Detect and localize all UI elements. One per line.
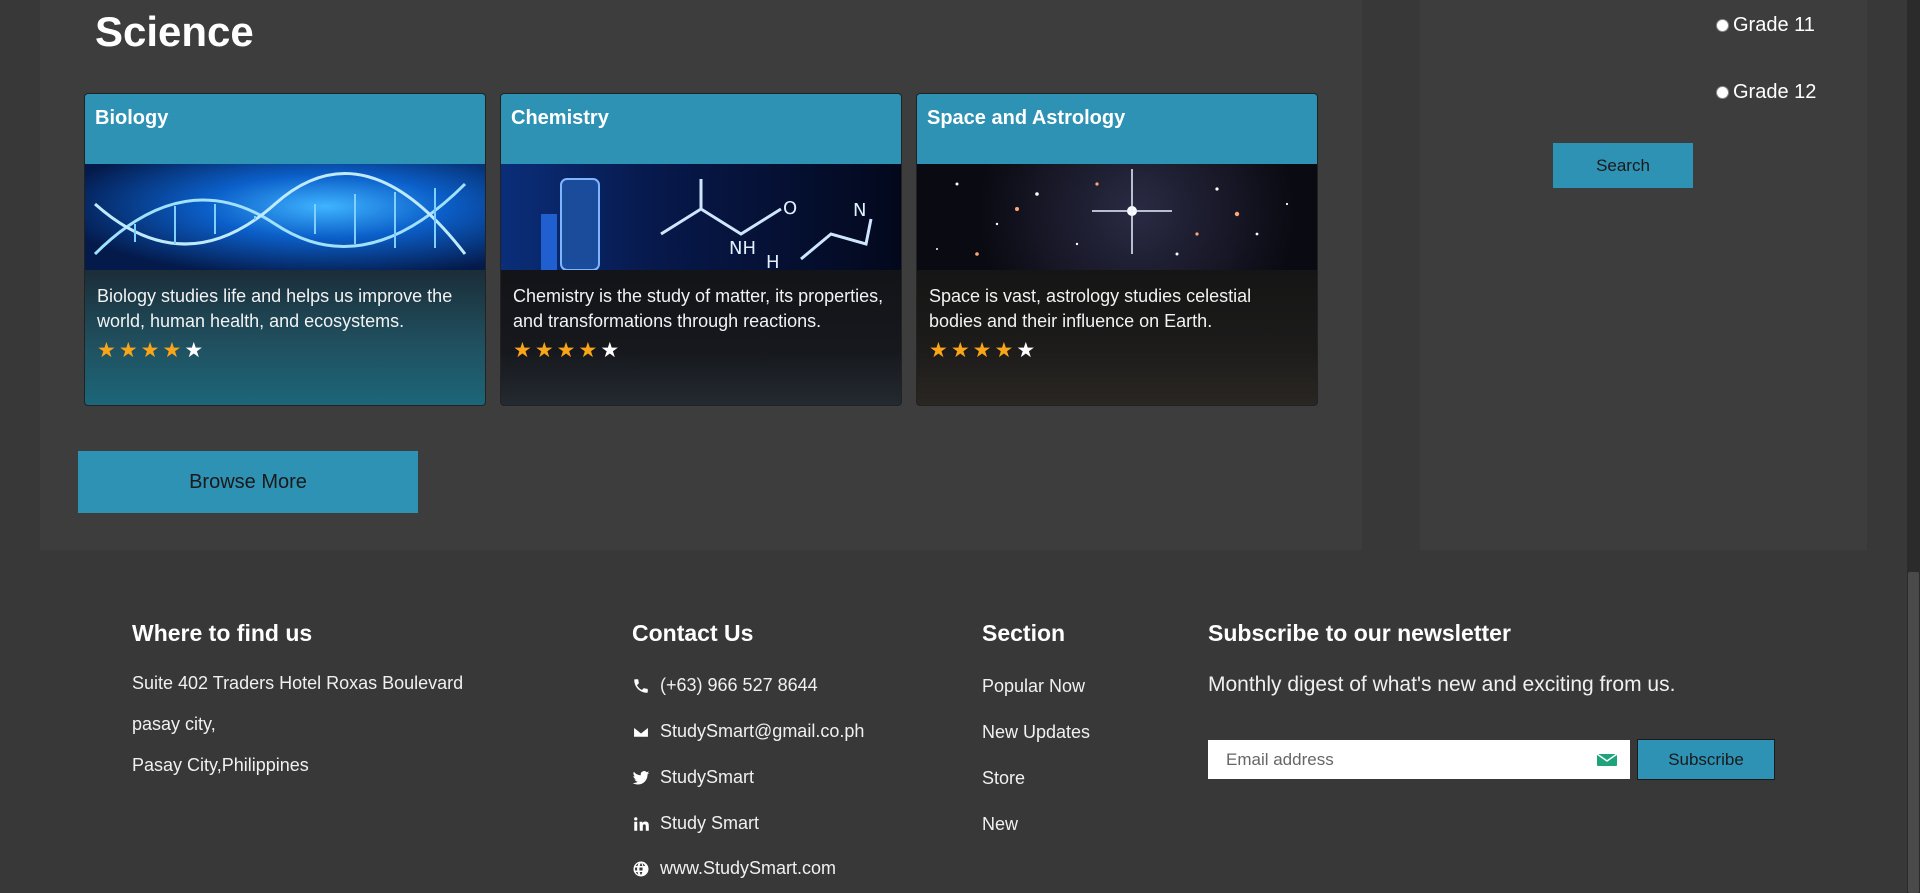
- star-icon: ★: [97, 339, 116, 362]
- star-icon: ★: [118, 339, 138, 362]
- card-description: Chemistry is the study of matter, its pr…: [513, 286, 884, 331]
- newsletter-description: Monthly digest of what's new and excitin…: [1208, 673, 1676, 696]
- card-header: Chemistry: [501, 94, 901, 164]
- star-icon: ★: [600, 339, 620, 362]
- card-header: Space and Astrology: [917, 94, 1317, 164]
- grade-12-radio[interactable]: [1716, 86, 1729, 99]
- star-icon: ★: [578, 339, 598, 362]
- grade-11-option[interactable]: Grade 11: [1716, 14, 1815, 37]
- globe-icon: [633, 861, 649, 876]
- email-field[interactable]: [1208, 739, 1630, 780]
- card-space-and-astrology[interactable]: Space and Astrology Space is vast, astro…: [916, 93, 1318, 406]
- card-title: Space and Astrology: [927, 107, 1126, 129]
- card-chemistry[interactable]: Chemistry NH H O N Chemistry is the study …: [500, 93, 902, 406]
- card-header: Biology: [85, 94, 485, 164]
- section-title: Science: [95, 8, 254, 55]
- contact-email-text: StudySmart@gmail.co.ph: [660, 721, 865, 741]
- grade-11-label: Grade 11: [1733, 14, 1815, 36]
- star-rating: ★ ★ ★ ★ ★: [97, 339, 473, 363]
- grade-12-label: Grade 12: [1733, 81, 1817, 103]
- browse-more-button[interactable]: Browse More: [78, 451, 418, 513]
- section-link-popular-now[interactable]: Popular Now: [982, 676, 1085, 697]
- card-biology[interactable]: Biology Biology studies life and helps u…: [84, 93, 486, 406]
- section-link-new[interactable]: New: [982, 814, 1018, 835]
- twitter-icon: [632, 770, 650, 784]
- star-icon: ★: [972, 339, 992, 362]
- contact-email[interactable]: StudySmart@gmail.co.ph: [632, 721, 864, 742]
- contact-linkedin[interactable]: Study Smart: [632, 813, 759, 834]
- svg-text:O: O: [783, 198, 797, 219]
- star-icon: ★: [184, 339, 204, 362]
- newsletter-heading: Subscribe to our newsletter: [1208, 620, 1511, 646]
- svg-text:H: H: [766, 252, 780, 270]
- search-button[interactable]: Search: [1553, 143, 1693, 188]
- star-icon: ★: [556, 339, 576, 362]
- envelope-icon: [632, 725, 650, 738]
- galaxy-image: [917, 164, 1317, 270]
- scrollbar[interactable]: [1907, 0, 1920, 893]
- contact-website[interactable]: www.StudySmart.com: [632, 858, 836, 879]
- contact-phone-text: (+63) 966 527 8644: [660, 675, 818, 695]
- star-icon: ★: [162, 339, 182, 362]
- address-line: pasay city,: [132, 714, 216, 734]
- star-icon: ★: [1016, 339, 1036, 362]
- dna-image: [85, 164, 485, 270]
- scrollbar-thumb[interactable]: [1908, 572, 1919, 893]
- contact-linkedin-text: Study Smart: [660, 813, 760, 833]
- section-link-new-updates[interactable]: New Updates: [982, 722, 1090, 743]
- star-icon: ★: [513, 339, 532, 362]
- card-description: Space is vast, astrology studies celesti…: [929, 286, 1252, 331]
- address-line: Suite 402 Traders Hotel Roxas Boulevard: [132, 673, 464, 693]
- card-title: Biology: [95, 107, 169, 129]
- subscribe-button[interactable]: Subscribe: [1637, 739, 1775, 780]
- section-heading: Section: [982, 620, 1066, 646]
- contact-heading: Contact Us: [632, 620, 754, 646]
- molecule-image: NH H O N: [501, 164, 901, 270]
- mail-icon: [1596, 752, 1618, 766]
- star-icon: ★: [534, 339, 554, 362]
- contact-twitter-text: StudySmart: [660, 767, 755, 787]
- grade-11-radio[interactable]: [1716, 19, 1729, 32]
- card-description: Biology studies life and helps us improv…: [97, 286, 453, 331]
- svg-text:N: N: [853, 200, 866, 221]
- contact-twitter[interactable]: StudySmart: [632, 767, 754, 788]
- find-us-heading: Where to find us: [132, 620, 313, 646]
- phone-icon: [634, 678, 648, 693]
- contact-phone[interactable]: (+63) 966 527 8644: [632, 675, 818, 696]
- card-title: Chemistry: [511, 107, 609, 129]
- star-icon: ★: [140, 339, 160, 362]
- star-rating: ★ ★ ★ ★ ★: [513, 339, 889, 363]
- card-body: Biology studies life and helps us improv…: [85, 270, 485, 405]
- star-icon: ★: [950, 339, 970, 362]
- star-rating: ★ ★ ★ ★ ★: [929, 339, 1305, 363]
- card-body: Space is vast, astrology studies celesti…: [917, 270, 1317, 405]
- star-icon: ★: [994, 339, 1014, 362]
- grade-12-option[interactable]: Grade 12: [1716, 81, 1816, 104]
- section-link-store[interactable]: Store: [982, 768, 1025, 789]
- address-line: Pasay City,Philippines: [132, 755, 309, 775]
- star-icon: ★: [929, 339, 948, 362]
- contact-website-text: www.StudySmart.com: [660, 858, 837, 878]
- svg-text:NH: NH: [729, 238, 756, 259]
- card-body: Chemistry is the study of matter, its pr…: [501, 270, 901, 405]
- email-input[interactable]: [1208, 739, 1596, 780]
- linkedin-icon: [634, 816, 649, 831]
